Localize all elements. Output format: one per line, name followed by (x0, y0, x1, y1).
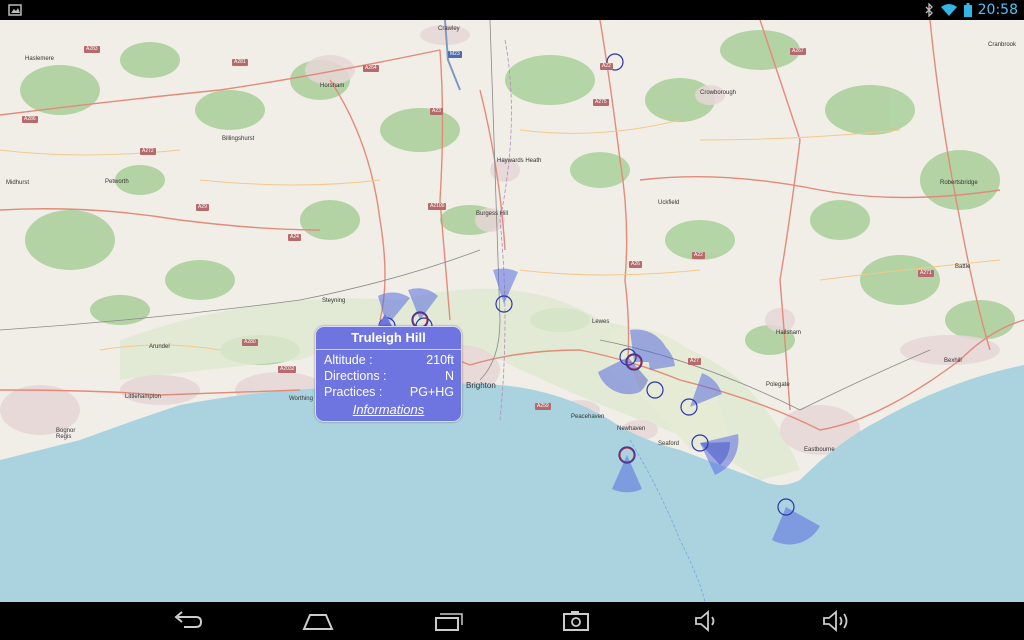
road-label: A22 (600, 63, 613, 70)
battery-icon (963, 3, 972, 17)
place-label: Horsham (320, 83, 345, 89)
place-label: Bexhill (944, 358, 962, 364)
place-label: Midhurst (6, 180, 30, 186)
place-label: Battle (955, 264, 971, 270)
place-label: Hailsham (776, 330, 802, 336)
place-label: Brighton (466, 381, 496, 390)
place-label: Bognor Regis (56, 428, 76, 440)
road-label: A2100 (428, 203, 447, 210)
popup-pointer (378, 314, 392, 326)
bluetooth-icon (925, 3, 933, 17)
road-label: M23 (448, 51, 462, 58)
popup-row-practices: Practices : PG+HG (324, 385, 454, 400)
image-icon (8, 4, 22, 16)
popup-key: Directions : (324, 369, 387, 383)
informations-link[interactable]: Informations (316, 402, 461, 417)
place-label: Uckfield (658, 200, 680, 206)
place-label: Billingshurst (222, 136, 255, 142)
road-label: A272 (140, 148, 156, 155)
popup-title: Truleigh Hill (351, 330, 426, 345)
navigation-bar (0, 602, 1024, 640)
road-label: A24 (288, 234, 301, 241)
road-label: A23 (430, 108, 443, 115)
popup-row-altitude: Altitude : 210ft (324, 353, 454, 368)
place-label: Peacehaven (571, 414, 605, 420)
road-label: A2032 (278, 366, 297, 373)
road-label: A280 (242, 339, 258, 346)
home-icon[interactable] (300, 609, 336, 633)
popup-value: 210ft (426, 353, 454, 367)
road-label: A27 (688, 358, 701, 365)
place-label: Worthing (289, 396, 313, 402)
place-label: Petworth (105, 179, 129, 185)
place-label: Haywards Heath (497, 158, 542, 164)
place-label: Crawley (438, 26, 460, 32)
road-label: A29 (196, 204, 209, 211)
place-label: Cranbrook (988, 42, 1017, 48)
volume-down-icon[interactable] (688, 609, 724, 633)
place-label: Steyning (322, 298, 346, 304)
road-label: A283 (84, 46, 100, 53)
popup-row-directions: Directions : N (324, 369, 454, 384)
popup-value: PG+HG (409, 385, 454, 399)
road-label: A271 (918, 270, 934, 277)
site-info-popup[interactable]: Truleigh Hill Altitude : 210ft Direction… (315, 326, 462, 422)
map-view[interactable]: Crawley Haslemere Horsham Billingshurst … (0, 20, 1024, 602)
place-label: Haslemere (25, 56, 55, 62)
road-label: A281 (232, 59, 248, 66)
place-label: Eastbourne (804, 447, 835, 453)
road-label: A267 (790, 48, 806, 55)
road-label: A275 (593, 99, 609, 106)
place-label: Robertsbridge (940, 180, 978, 186)
recent-apps-icon[interactable] (430, 609, 466, 633)
volume-up-icon[interactable] (818, 609, 854, 633)
road-label: A26 (629, 261, 642, 268)
place-label: Lewes (592, 319, 610, 325)
place-label: Burgess Hill (476, 211, 509, 217)
place-label: Seaford (658, 441, 680, 447)
popup-divider (316, 349, 461, 350)
popup-key: Altitude : (324, 353, 373, 367)
map-tiles (0, 20, 1024, 602)
place-label: Littlehampton (125, 394, 162, 400)
popup-key: Practices : (324, 385, 383, 399)
screenshot-icon[interactable] (558, 609, 594, 633)
status-bar: 20:58 (0, 0, 1024, 20)
place-label: Arundel (149, 344, 170, 350)
popup-value: N (444, 369, 454, 383)
place-label: Newhaven (617, 426, 646, 432)
place-label: Crowborough (700, 90, 737, 96)
road-label: A264 (363, 65, 379, 72)
road-label: A259 (535, 403, 551, 410)
wifi-icon (940, 4, 957, 16)
place-label: Polegate (766, 382, 790, 388)
road-label: A286 (22, 116, 38, 123)
road-label: A22 (692, 252, 705, 259)
clock: 20:58 (977, 2, 1018, 18)
back-icon[interactable] (170, 609, 206, 633)
